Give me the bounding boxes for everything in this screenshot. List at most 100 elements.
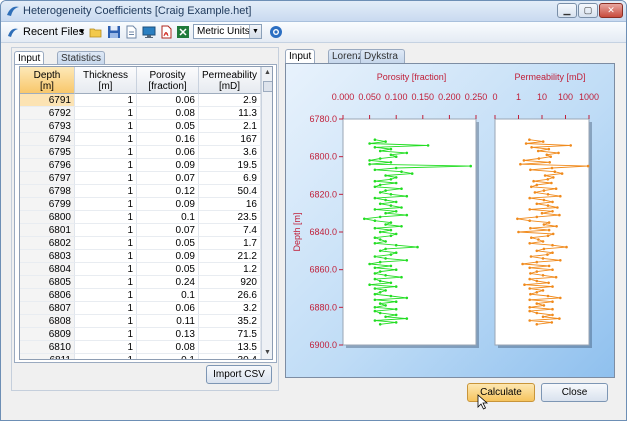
grid-scrollbar[interactable]: ▲ ▼ <box>261 67 272 359</box>
cell-porosity[interactable]: 0.08 <box>137 107 199 120</box>
units-select[interactable]: Metric Units ▼ <box>193 24 262 39</box>
save-icon[interactable] <box>107 25 121 39</box>
cell-depth[interactable]: 6796 <box>20 159 75 172</box>
tab-input-data[interactable]: Input Data <box>14 51 45 77</box>
cell-permeability[interactable]: 1.2 <box>199 263 261 276</box>
cell-permeability[interactable]: 71.5 <box>199 328 261 341</box>
pdf-icon[interactable] <box>159 25 173 39</box>
cell-porosity[interactable]: 0.08 <box>137 341 199 354</box>
cell-thickness[interactable]: 1 <box>75 328 137 341</box>
minimize-button[interactable]: ▁ <box>557 3 577 18</box>
cell-permeability[interactable]: 23.5 <box>199 211 261 224</box>
cell-depth[interactable]: 6805 <box>20 276 75 289</box>
scroll-thumb[interactable] <box>263 81 272 92</box>
cell-depth[interactable]: 6807 <box>20 302 75 315</box>
cell-depth[interactable]: 6800 <box>20 211 75 224</box>
cell-thickness[interactable]: 1 <box>75 94 137 107</box>
cell-thickness[interactable]: 1 <box>75 315 137 328</box>
cell-permeability[interactable]: 26.6 <box>199 289 261 302</box>
cell-permeability[interactable]: 3.2 <box>199 302 261 315</box>
cell-porosity[interactable]: 0.06 <box>137 146 199 159</box>
cell-thickness[interactable]: 1 <box>75 172 137 185</box>
cell-permeability[interactable]: 2.9 <box>199 94 261 107</box>
import-csv-button[interactable]: Import CSV <box>206 365 272 384</box>
cell-porosity[interactable]: 0.1 <box>137 354 199 359</box>
cell-permeability[interactable]: 21.2 <box>199 250 261 263</box>
cell-thickness[interactable]: 1 <box>75 289 137 302</box>
cell-porosity[interactable]: 0.07 <box>137 172 199 185</box>
close-window-button[interactable]: ✕ <box>599 3 623 18</box>
cell-thickness[interactable]: 1 <box>75 159 137 172</box>
cell-thickness[interactable]: 1 <box>75 133 137 146</box>
cell-porosity[interactable]: 0.05 <box>137 120 199 133</box>
cell-porosity[interactable]: 0.16 <box>137 133 199 146</box>
cell-thickness[interactable]: 1 <box>75 354 137 359</box>
cell-thickness[interactable]: 1 <box>75 120 137 133</box>
tab-statistics[interactable]: Statistics <box>57 51 106 65</box>
cell-thickness[interactable]: 1 <box>75 276 137 289</box>
document-icon[interactable] <box>124 25 138 39</box>
column-header-thickness[interactable]: Thickness [m] <box>75 67 137 94</box>
cell-porosity[interactable]: 0.11 <box>137 315 199 328</box>
cell-depth[interactable]: 6791 <box>20 94 75 107</box>
help-icon[interactable] <box>269 25 283 39</box>
cell-depth[interactable]: 6811 <box>20 354 75 359</box>
cell-permeability[interactable]: 3.6 <box>199 146 261 159</box>
cell-depth[interactable]: 6806 <box>20 289 75 302</box>
cell-permeability[interactable]: 50.4 <box>199 185 261 198</box>
cell-depth[interactable]: 6804 <box>20 263 75 276</box>
cell-porosity[interactable]: 0.12 <box>137 185 199 198</box>
cell-depth[interactable]: 6798 <box>20 185 75 198</box>
close-button[interactable]: Close <box>541 383 608 402</box>
cell-porosity[interactable]: 0.1 <box>137 211 199 224</box>
cell-depth[interactable]: 6803 <box>20 250 75 263</box>
cell-depth[interactable]: 6795 <box>20 146 75 159</box>
scroll-up-icon[interactable]: ▲ <box>262 67 272 79</box>
cell-permeability[interactable]: 30.4 <box>199 354 261 359</box>
cell-porosity[interactable]: 0.1 <box>137 289 199 302</box>
cell-depth[interactable]: 6802 <box>20 237 75 250</box>
cell-depth[interactable]: 6792 <box>20 107 75 120</box>
cell-thickness[interactable]: 1 <box>75 107 137 120</box>
cell-permeability[interactable]: 6.9 <box>199 172 261 185</box>
cell-depth[interactable]: 6808 <box>20 315 75 328</box>
cell-thickness[interactable]: 1 <box>75 185 137 198</box>
cell-depth[interactable]: 6793 <box>20 120 75 133</box>
cell-depth[interactable]: 6799 <box>20 198 75 211</box>
cell-thickness[interactable]: 1 <box>75 237 137 250</box>
cell-porosity[interactable]: 0.06 <box>137 302 199 315</box>
cell-depth[interactable]: 6809 <box>20 328 75 341</box>
cell-porosity[interactable]: 0.05 <box>137 237 199 250</box>
excel-icon[interactable] <box>176 25 190 39</box>
cell-permeability[interactable]: 35.2 <box>199 315 261 328</box>
maximize-button[interactable]: ▢ <box>578 3 598 18</box>
cell-porosity[interactable]: 0.24 <box>137 276 199 289</box>
cell-porosity[interactable]: 0.09 <box>137 159 199 172</box>
tab-dykstra-parsons[interactable]: Dykstra / Parsons <box>360 49 405 88</box>
cell-thickness[interactable]: 1 <box>75 211 137 224</box>
column-header-depth[interactable]: Depth [m] <box>20 67 75 94</box>
cell-permeability[interactable]: 1.7 <box>199 237 261 250</box>
cell-permeability[interactable]: 2.1 <box>199 120 261 133</box>
cell-permeability[interactable]: 920 <box>199 276 261 289</box>
cell-thickness[interactable]: 1 <box>75 224 137 237</box>
cell-porosity[interactable]: 0.13 <box>137 328 199 341</box>
open-folder-icon[interactable] <box>89 25 103 39</box>
cell-porosity[interactable]: 0.06 <box>137 94 199 107</box>
cell-permeability[interactable]: 19.5 <box>199 159 261 172</box>
cell-permeability[interactable]: 16 <box>199 198 261 211</box>
scroll-down-icon[interactable]: ▼ <box>262 347 272 359</box>
recent-files-button[interactable]: Recent Files ▼ <box>5 24 86 40</box>
cell-depth[interactable]: 6794 <box>20 133 75 146</box>
column-header-porosity[interactable]: Porosity [fraction] <box>137 67 199 94</box>
cell-thickness[interactable]: 1 <box>75 302 137 315</box>
cell-depth[interactable]: 6801 <box>20 224 75 237</box>
cell-depth[interactable]: 6797 <box>20 172 75 185</box>
cell-thickness[interactable]: 1 <box>75 146 137 159</box>
data-grid[interactable]: Depth [m] Thickness [m] Porosity [fracti… <box>19 66 273 360</box>
cell-thickness[interactable]: 1 <box>75 263 137 276</box>
cell-permeability[interactable]: 167 <box>199 133 261 146</box>
cell-thickness[interactable]: 1 <box>75 250 137 263</box>
cell-porosity[interactable]: 0.07 <box>137 224 199 237</box>
monitor-icon[interactable] <box>142 25 156 39</box>
